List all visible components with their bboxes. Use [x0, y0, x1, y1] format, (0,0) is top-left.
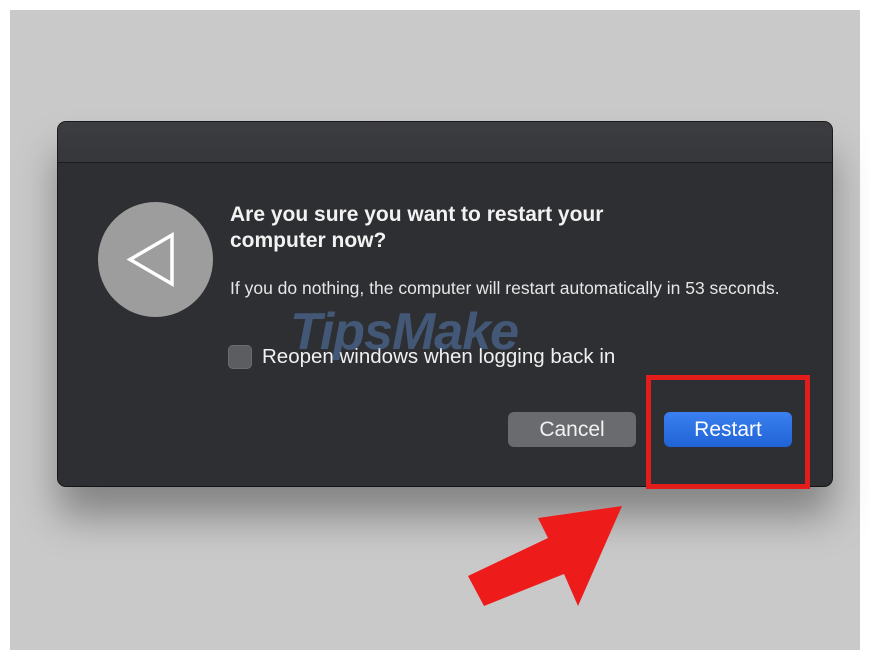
cancel-button[interactable]: Cancel [508, 412, 636, 447]
pointer-arrow-icon [460, 488, 630, 613]
dialog-heading: Are you sure you want to restart your co… [230, 203, 604, 252]
dialog-message: If you do nothing, the computer will res… [230, 278, 780, 298]
restart-highlight-box [646, 375, 810, 489]
restart-triangle-icon [98, 202, 213, 317]
watermark-logo: TipsMake [290, 303, 519, 361]
dialog-titlebar [58, 122, 832, 163]
reopen-windows-checkbox[interactable] [228, 345, 252, 369]
